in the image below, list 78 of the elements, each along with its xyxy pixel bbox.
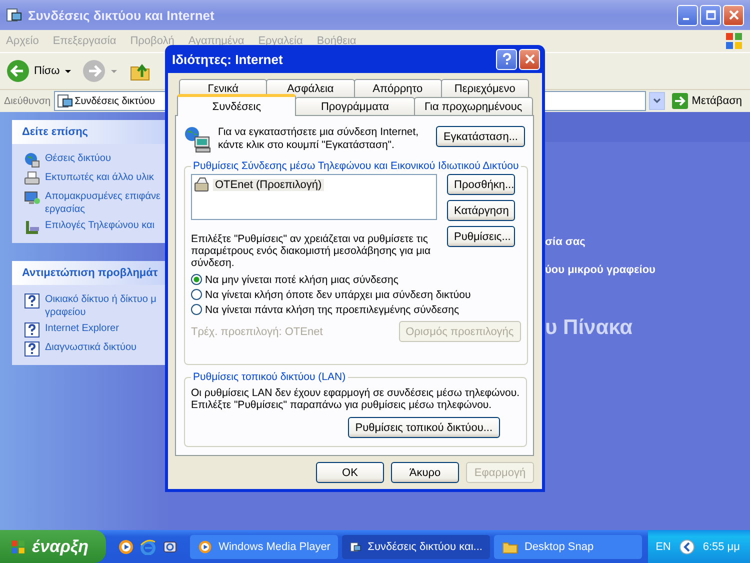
heading: υ Πίνακα [545,316,634,340]
minimize-icon [683,18,689,20]
tab[interactable]: Ασφάλεια [266,79,354,97]
monitor-icon [24,190,40,206]
tab[interactable]: Συνδέσεις [177,94,296,116]
task-link[interactable]: Απομακρυσμένες επιφάνε εργασίας [45,190,160,216]
task-link[interactable]: Οικιακό δίκτυο ή δίκτυο μ γραφείου [45,293,156,319]
task-link[interactable]: σία σας [545,236,750,248]
hint-text: Επιλέξτε "Ρυθμίσεις" αν χρειάζεται να ρυθμίσετε τις παραμέτρους ενός διακομιστή μεσολάβησης για μια σύνδεση. [191,233,432,269]
help-icon [502,53,512,65]
minimize-button[interactable] [677,4,698,26]
chevron-icon[interactable] [678,538,695,554]
task-link[interactable]: Επιλογές Τηλεφώνου και [45,219,154,232]
dialog-button[interactable]: Ρυθμίσεις... [447,226,515,247]
dialog-button[interactable]: Προσθήκη... [447,174,515,195]
maximize-icon [706,10,716,20]
info-text: Οι ρυθμίσεις LAN δεν έχουν εφαρμογή σε συνδέσεις μέσω τηλεφώνου. Επιλέξτε "Ρυθμίσεις" παραπάνω για ρυθμίσεις μέσω τηλεφώνου. [191,387,520,411]
group-title: Ρυθμίσεις τοπικού δικτύου (LAN) [192,371,347,383]
clock: 6:55 μμ [702,540,740,552]
browser-icon[interactable] [140,538,156,554]
windows-flag-icon [10,538,26,554]
radio-button[interactable] [191,289,202,300]
help-button[interactable] [496,48,517,70]
tab[interactable]: Περιεχόμενο [440,79,529,97]
help-icon [24,322,40,338]
panel-title: Δείτε επίσης [22,126,88,138]
printer-icon [24,171,40,187]
dialog-button[interactable]: Άκυρο [391,462,459,483]
globe-computer-icon [184,126,212,154]
caret-icon[interactable] [64,67,72,75]
media-player-icon[interactable] [118,538,134,554]
current-default-text: Τρέχ. προεπιλογή: OTEnet [191,326,323,338]
caret-icon [652,97,661,105]
task-link[interactable]: Θέσεις δικτύου [45,152,111,165]
help-icon [24,293,40,309]
group-title: Ρυθμίσεις Σύνδεσης μέσω Τηλεφώνου και Εικονικού Ιδιωτικού Δικτύου [192,160,520,172]
globe-icon [24,152,40,168]
dialog-title: Ιδιότητες: Internet [172,52,283,66]
back-button[interactable]: Πίσω [6,59,60,83]
help-icon [24,341,40,357]
taskbar-button[interactable]: Συνδέσεις δικτύου και... [342,534,490,558]
address-label: Διεύθυνση [4,96,51,106]
radio-label[interactable]: Να γίνεται κλήση όποτε δεν υπάρχει μια σύνδεση δικτύου [205,288,471,300]
connection-list[interactable]: OTEnet (Προεπιλογή) [191,174,437,220]
close-icon [524,54,534,64]
taskbar-button[interactable]: Desktop Snap [494,534,642,558]
radio-button[interactable] [191,304,202,315]
dropdown-button[interactable] [648,92,665,110]
dialog-button[interactable]: Κατάργηση [447,200,515,221]
close-button[interactable] [723,4,744,26]
taskbar-button[interactable]: Windows Media Player [190,534,338,558]
go-arrow-icon [672,93,688,109]
list-item[interactable]: OTEnet (Προεπιλογή) [213,179,324,191]
task-link[interactable]: Εκτυπωτές και άλλο υλικ [45,171,154,184]
task-link[interactable]: Internet Explorer [45,322,119,335]
window-title: Συνδέσεις δικτύου και Internet [28,8,214,22]
dialog-button[interactable]: OK [316,462,384,483]
maximize-button[interactable] [700,4,721,26]
lan-settings-button[interactable]: Ρυθμίσεις τοπικού δικτύου... [348,417,500,438]
task-link[interactable]: ύου μικρού γραφείου [545,264,750,276]
setup-button[interactable]: Εγκατάσταση... [436,126,525,147]
panel-title: Αντιμετώπιση προβλημάτ [22,267,158,279]
tab[interactable]: Απόρρητο [354,79,442,97]
task-link[interactable]: Διαγνωστικά δικτύου [45,341,137,354]
close-icon [728,10,738,20]
network-folder-icon [6,7,22,23]
tab[interactable]: Για προχωρημένους [414,97,533,115]
windows-flag-icon [724,31,744,51]
close-button[interactable] [519,48,540,70]
radio-label[interactable]: Να μην γίνεται ποτέ κλήση μιας σύνδεσης [205,274,398,286]
modem-icon [194,177,210,193]
go-button[interactable]: Μετάβαση [668,93,746,109]
instruction-text: Για να εγκαταστήσετε μια σύνδεση Internet, κάντε κλικ στο κουμπί "Εγκατάσταση". [218,126,420,152]
start-button[interactable]: έναρξη [0,530,106,563]
tab[interactable]: Προγράμματα [295,97,415,115]
radio-button[interactable] [191,274,202,285]
radio-label[interactable]: Να γίνεται πάντα κλήση της προεπιλεγμένης σύνδεσης [205,304,460,316]
media-player-icon [198,538,213,554]
